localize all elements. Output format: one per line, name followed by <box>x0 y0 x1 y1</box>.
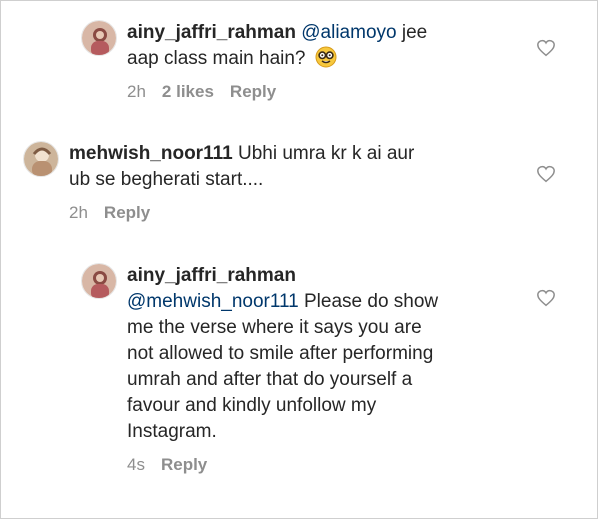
comments-panel: ainy_jaffri_rahman @aliamoyo jee aap cla… <box>0 0 598 519</box>
comment-username[interactable]: ainy_jaffri_rahman <box>127 265 296 286</box>
avatar[interactable] <box>23 141 59 177</box>
comment-time: 2h <box>69 203 88 222</box>
comment-likes[interactable]: 2 likes <box>162 82 214 102</box>
comment-body: ainy_jaffri_rahman @mehwish_noor111 Plea… <box>127 263 438 475</box>
comment-text-part: aap class main hain? <box>127 48 306 69</box>
avatar-image <box>82 264 116 298</box>
comment-text-part: ub se begherati start.... <box>69 169 264 190</box>
avatar-image <box>82 21 116 55</box>
comment-item: ainy_jaffri_rahman @aliamoyo jee aap cla… <box>81 20 427 102</box>
comment-body: ainy_jaffri_rahman @aliamoyo jee aap cla… <box>127 20 427 102</box>
comment-text-part: Please do show <box>298 291 439 312</box>
reply-button[interactable]: Reply <box>104 203 150 223</box>
heart-outline-icon[interactable] <box>536 39 556 57</box>
comment-text-part: Instagram. <box>127 421 217 442</box>
comment-body: mehwish_noor111 Ubhi umra kr k ai aur ub… <box>69 141 414 223</box>
comment-time: 4s <box>127 455 145 474</box>
comment-meta: 4s Reply <box>127 455 438 475</box>
avatar[interactable] <box>81 20 117 56</box>
heart-outline-icon[interactable] <box>536 165 556 183</box>
nerd-face-emoji-icon <box>315 46 337 68</box>
avatar-image <box>24 142 58 176</box>
reply-button[interactable]: Reply <box>230 82 276 102</box>
comment-username[interactable]: mehwish_noor111 <box>69 143 233 164</box>
comment-username[interactable]: ainy_jaffri_rahman <box>127 22 296 43</box>
comment-item: ainy_jaffri_rahman @mehwish_noor111 Plea… <box>81 263 438 475</box>
heart-outline-icon[interactable] <box>536 289 556 307</box>
comment-text-part: not allowed to smile after performing <box>127 343 434 364</box>
comment-text-part: me the verse where it says you are <box>127 317 422 338</box>
comment-text-part: favour and kindly unfollow my <box>127 395 377 416</box>
comment-text: ainy_jaffri_rahman @mehwish_noor111 Plea… <box>127 263 438 445</box>
comment-mention[interactable]: @aliamoyo <box>301 22 396 43</box>
comment-text-part: jee <box>396 22 428 43</box>
comment-text: ainy_jaffri_rahman @aliamoyo jee aap cla… <box>127 20 427 72</box>
comment-text: mehwish_noor111 Ubhi umra kr k ai aur ub… <box>69 141 414 193</box>
comment-mention[interactable]: @mehwish_noor111 <box>127 291 299 312</box>
comment-meta: 2h Reply <box>69 203 414 223</box>
comment-text-part: umrah and after that do yourself a <box>127 369 413 390</box>
comment-text-part: Ubhi umra kr k ai aur <box>232 143 415 164</box>
comment-item: mehwish_noor111 Ubhi umra kr k ai aur ub… <box>23 141 414 223</box>
comment-time: 2h <box>127 82 146 101</box>
avatar[interactable] <box>81 263 117 299</box>
comment-meta: 2h 2 likes Reply <box>127 82 427 102</box>
reply-button[interactable]: Reply <box>161 455 207 475</box>
